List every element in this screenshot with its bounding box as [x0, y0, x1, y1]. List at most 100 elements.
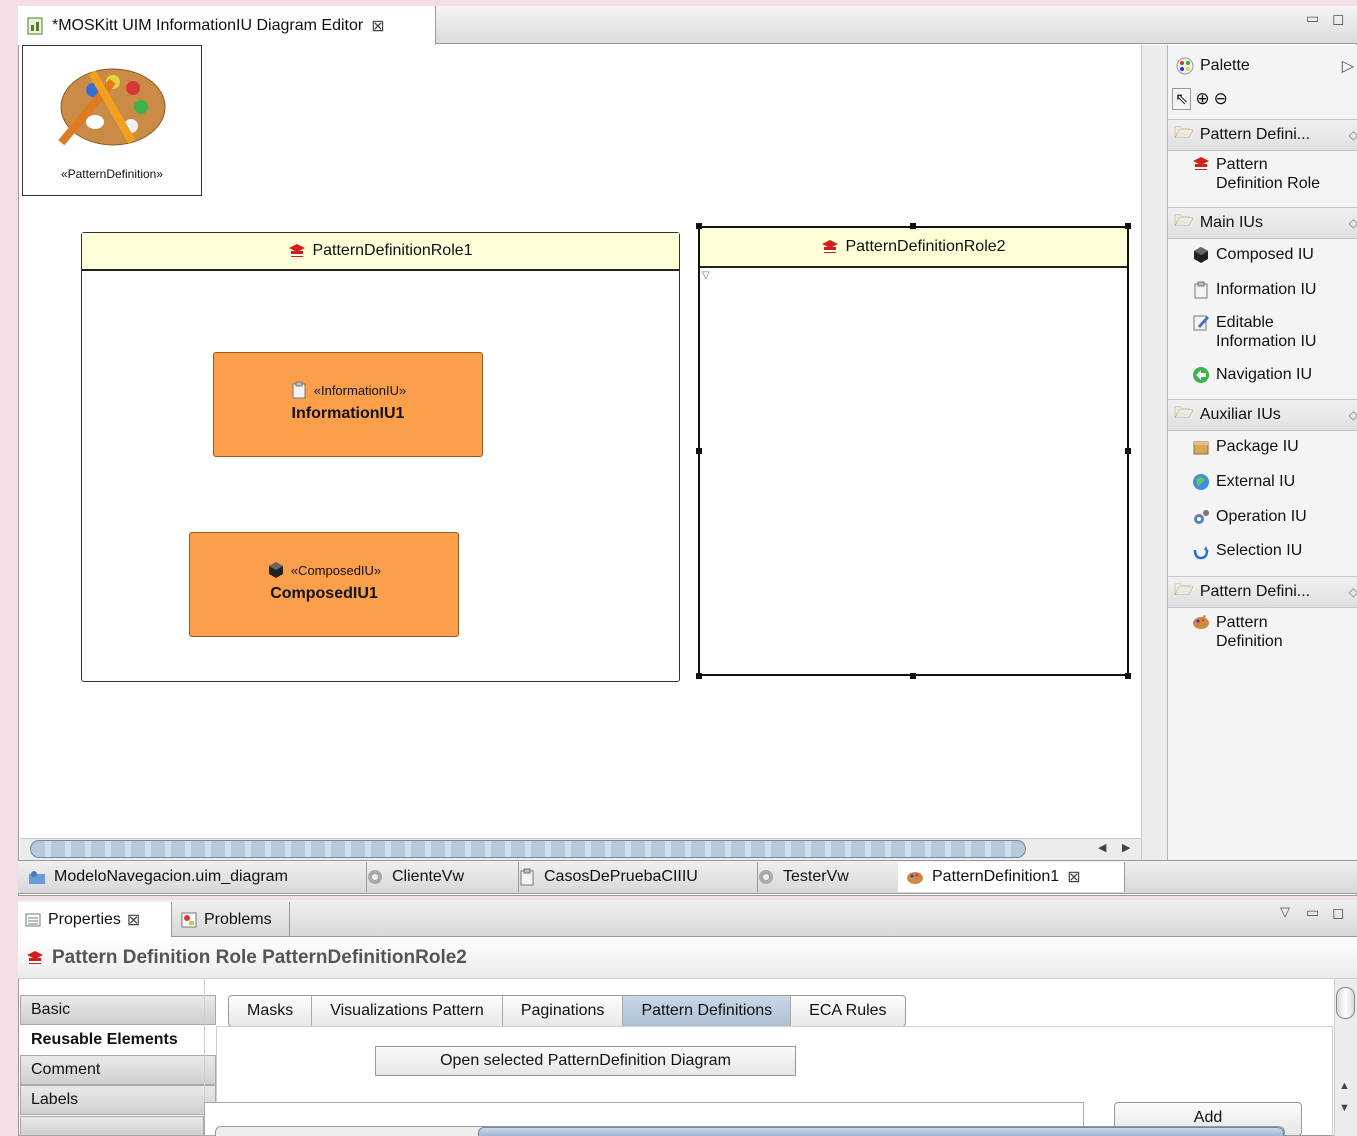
- segment-paginations[interactable]: Paginations: [503, 996, 624, 1026]
- selection-handle[interactable]: [910, 223, 916, 229]
- palette-item-composed-iu[interactable]: Composed IU: [1168, 243, 1357, 267]
- open-pattern-definition-button[interactable]: Open selected PatternDefinition Diagram: [375, 1046, 796, 1076]
- maximize-icon[interactable]: ◻: [1332, 904, 1344, 922]
- palette-item-pattern-definition-role[interactable]: Pattern Definition Role: [1168, 155, 1357, 199]
- editor-tab-title: *MOSKitt UIM InformationIU Diagram Edito…: [52, 16, 364, 34]
- scroll-right-icon[interactable]: ▶: [1122, 841, 1130, 854]
- palette-collapse-icon[interactable]: ▷: [1342, 56, 1354, 76]
- editor-tab-casos-de-prueba[interactable]: CasosDePruebaCIIIU: [510, 862, 758, 892]
- gears-icon: [1194, 510, 1209, 524]
- minimize-icon[interactable]: ▭: [1306, 10, 1319, 27]
- view-menu-icon[interactable]: ▽: [1280, 904, 1290, 920]
- tab-label: ModeloNavegacion.uim_diagram: [54, 868, 288, 885]
- scrollbar-thumb[interactable]: [1336, 987, 1355, 1019]
- palette-item-pattern-definition[interactable]: Pattern Definition: [1168, 613, 1357, 657]
- palette-item-package-iu[interactable]: Package IU: [1168, 435, 1357, 459]
- segment-pattern-definitions[interactable]: Pattern Definitions: [623, 996, 792, 1026]
- canvas-vertical-scrollbar[interactable]: [1141, 45, 1167, 860]
- palette-header[interactable]: Palette ▷: [1168, 51, 1357, 81]
- gear-icon: [368, 870, 382, 884]
- editor-tab-tester-vw[interactable]: TesterVw: [749, 862, 907, 892]
- composed-iu-node[interactable]: «ComposedIU» ComposedIU1: [189, 532, 459, 637]
- tab-label: Properties: [48, 910, 121, 928]
- editor-tab-pattern-definition-1[interactable]: PatternDefinition1 ⊠: [898, 862, 1125, 892]
- pattern-definition-role-2[interactable]: PatternDefinitionRole2 ▽: [698, 226, 1129, 676]
- side-tab-reusable-elements[interactable]: Reusable Elements: [20, 1025, 216, 1055]
- palette-item-editable-information-iu[interactable]: Editable Information IU: [1168, 313, 1357, 355]
- role-hat-icon: [1193, 157, 1209, 170]
- collapse-triangle-icon[interactable]: ▽: [702, 270, 710, 281]
- tab-label: ClienteVw: [392, 868, 465, 885]
- selection-handle[interactable]: [1125, 673, 1131, 679]
- palette-drawer-pattern-definitions[interactable]: 🗁 Pattern Defini... ◇: [1168, 576, 1357, 608]
- composed-iu-name: ComposedIU1: [270, 585, 378, 602]
- palette-item-selection-iu[interactable]: Selection IU: [1168, 539, 1357, 563]
- close-icon[interactable]: ⊠: [1067, 867, 1080, 887]
- palette-item-external-iu[interactable]: External IU: [1168, 470, 1357, 494]
- drawer-toggle-icon[interactable]: ◇: [1349, 128, 1357, 142]
- scrollbar-thumb[interactable]: [30, 840, 1026, 858]
- tab-label: CasosDePruebaCIIIU: [544, 868, 698, 885]
- selection-handle[interactable]: [696, 448, 702, 454]
- zoom-out-icon[interactable]: ⊖: [1214, 89, 1228, 109]
- drawer-toggle-icon[interactable]: ◇: [1349, 585, 1357, 599]
- palette-panel: Palette ▷ ⇖ ⊕ ⊖ 🗁 Pattern Defini... ◇ Pa…: [1167, 45, 1357, 860]
- palette-drawer-main-ius[interactable]: 🗁 Main IUs ◇: [1168, 207, 1357, 239]
- properties-title-bar: Pattern Definition Role PatternDefinitio…: [18, 937, 1357, 979]
- select-arrow-icon[interactable]: ⇖: [1172, 88, 1192, 110]
- side-tab-comment[interactable]: Comment: [20, 1055, 216, 1085]
- pattern-definition-node[interactable]: «PatternDefinition»: [22, 45, 202, 196]
- palette-item-information-iu[interactable]: Information IU: [1168, 278, 1357, 302]
- selection-handle[interactable]: [696, 673, 702, 679]
- editor-tab-modelo-navegacion[interactable]: ModeloNavegacion.uim_diagram: [20, 862, 367, 892]
- palette-item-operation-iu[interactable]: Operation IU: [1168, 505, 1357, 529]
- scrollbar-thumb[interactable]: [478, 1127, 1284, 1136]
- close-icon[interactable]: ⊠: [371, 16, 384, 36]
- item-label: Definition Role: [1216, 175, 1321, 192]
- editor-tab[interactable]: *MOSKitt UIM InformationIU Diagram Edito…: [18, 6, 436, 45]
- scroll-up-icon[interactable]: ▲: [1339, 1080, 1350, 1092]
- folder-icon: 🗁: [1174, 212, 1194, 230]
- maximize-icon[interactable]: ◻: [1332, 10, 1344, 28]
- tab-properties[interactable]: Properties ⊠: [18, 902, 172, 937]
- editor-tab-cliente-vw[interactable]: ClienteVw: [358, 862, 519, 892]
- item-label: Information IU: [1216, 281, 1317, 298]
- item-label: Navigation IU: [1216, 366, 1313, 383]
- drawer-toggle-icon[interactable]: ◇: [1349, 408, 1357, 422]
- palette-item-navigation-iu[interactable]: Navigation IU: [1168, 363, 1357, 387]
- palette-drawer-pattern-roles[interactable]: 🗁 Pattern Defini... ◇: [1168, 119, 1357, 151]
- drawer-label: Pattern Defini...: [1199, 583, 1311, 600]
- information-iu-node[interactable]: «InformationIU» InformationIU1: [213, 352, 483, 457]
- clipboard-icon: [520, 868, 534, 886]
- side-tab-more[interactable]: [20, 1116, 204, 1136]
- pattern-definition-stereotype: «PatternDefinition»: [60, 167, 164, 181]
- scroll-left-icon[interactable]: ◀: [1098, 841, 1106, 854]
- role-2-header: PatternDefinitionRole2: [700, 228, 1127, 268]
- navigation-icon: [1193, 367, 1209, 383]
- tab-problems[interactable]: Problems: [174, 902, 290, 937]
- palette-icon: [1176, 57, 1194, 75]
- zoom-in-icon[interactable]: ⊕: [1195, 89, 1209, 109]
- segment-eca-rules[interactable]: ECA Rules: [791, 996, 904, 1026]
- scroll-down-icon[interactable]: ▼: [1339, 1102, 1350, 1114]
- minimize-icon[interactable]: ▭: [1306, 904, 1319, 921]
- selection-handle[interactable]: [1125, 448, 1131, 454]
- role-hat-icon: [822, 240, 839, 253]
- side-tab-labels[interactable]: Labels: [20, 1085, 216, 1115]
- side-tab-basic[interactable]: Basic: [20, 995, 216, 1025]
- globe-icon: [1193, 474, 1209, 490]
- segment-masks[interactable]: Masks: [229, 996, 313, 1026]
- item-label: Selection IU: [1216, 542, 1303, 559]
- selection-handle[interactable]: [696, 223, 702, 229]
- clipboard-icon: [292, 381, 306, 399]
- selection-handle[interactable]: [910, 673, 916, 679]
- item-label: Pattern: [1216, 614, 1268, 631]
- role-2-name: PatternDefinitionRole2: [845, 238, 1006, 255]
- reusable-elements-segmented-control: Masks Visualizations Pattern Paginations…: [228, 995, 906, 1027]
- selection-handle[interactable]: [1125, 223, 1131, 229]
- segment-visualizations-pattern[interactable]: Visualizations Pattern: [312, 996, 503, 1026]
- close-icon[interactable]: ⊠: [127, 910, 140, 930]
- palette-drawer-auxiliar-ius[interactable]: 🗁 Auxiliar IUs ◇: [1168, 399, 1357, 431]
- gear-icon: [759, 870, 773, 884]
- drawer-toggle-icon[interactable]: ◇: [1349, 216, 1357, 230]
